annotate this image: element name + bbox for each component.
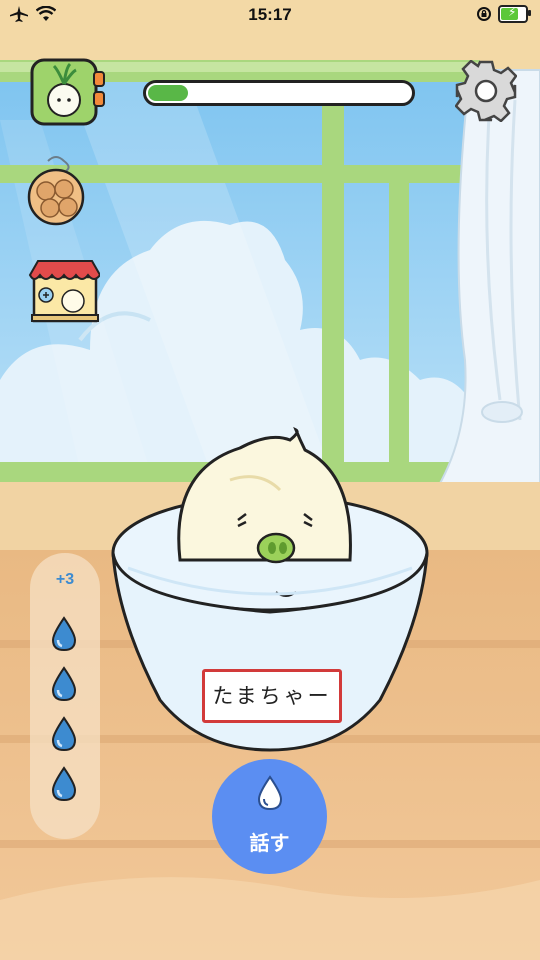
- water-drop-icon: [51, 666, 77, 702]
- status-time: 15:17: [248, 5, 292, 24]
- bag-items-button[interactable]: [26, 153, 86, 235]
- gear-icon: [454, 59, 518, 123]
- shop-stall-icon: [28, 260, 102, 323]
- status-bar: 15:17 ⚡: [0, 0, 540, 32]
- onion-bag-icon: [27, 156, 85, 226]
- drops-count: +3: [55, 571, 75, 588]
- character-name-tag: たまちゃー: [202, 669, 342, 723]
- water-drop-icon: [257, 775, 283, 811]
- water-drop-icon: [51, 616, 77, 652]
- progress-fill: [148, 85, 188, 101]
- water-drops-panel: +3: [30, 553, 100, 839]
- shop-button[interactable]: [28, 257, 102, 329]
- growth-progress-bar: [143, 80, 415, 106]
- water-drop-icon: [51, 766, 77, 802]
- green-onion-card-icon: [30, 58, 105, 126]
- battery-icon: ⚡: [498, 5, 531, 23]
- rotation-lock-icon: [477, 7, 491, 21]
- onion-character-button[interactable]: [30, 58, 106, 130]
- character-name: たまちゃー: [212, 684, 332, 708]
- status-right: ⚡: [476, 5, 531, 23]
- talk-button[interactable]: 話す: [212, 759, 327, 874]
- charging-bolt-icon: ⚡: [508, 5, 517, 19]
- settings-button[interactable]: [454, 59, 518, 123]
- talk-button-label: 話す: [249, 831, 290, 855]
- water-drop-icon: [51, 716, 77, 752]
